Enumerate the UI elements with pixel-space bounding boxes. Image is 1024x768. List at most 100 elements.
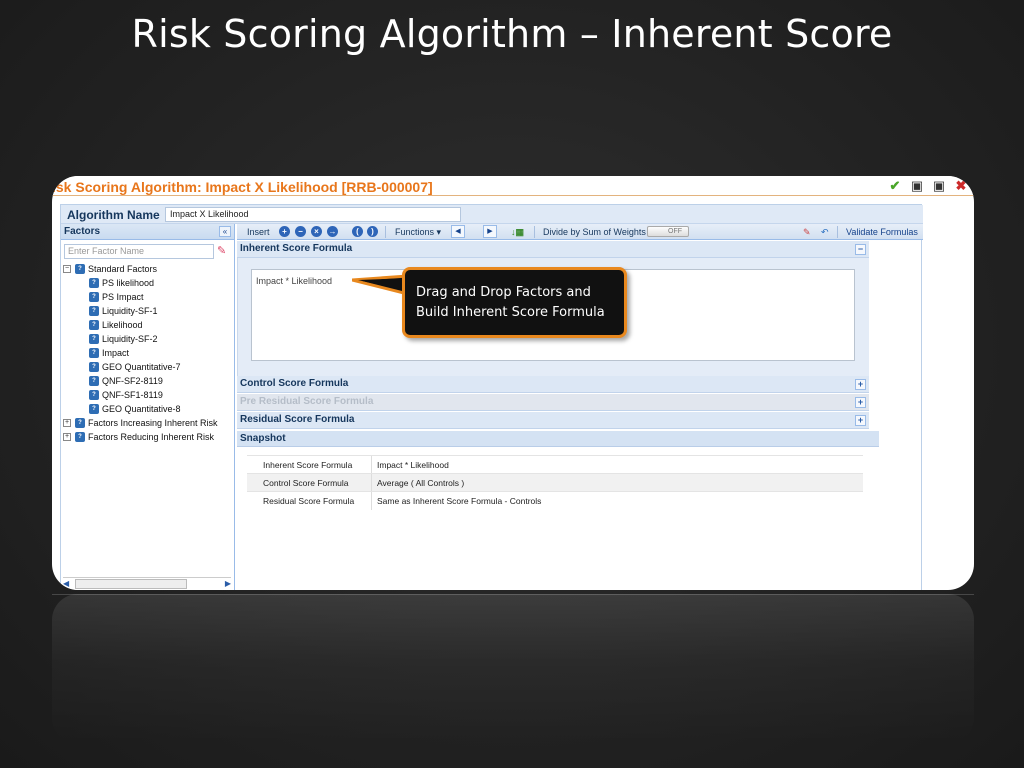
- annotation-callout: Drag and Drop Factors and Build Inherent…: [402, 267, 627, 338]
- toolbar-separator: [385, 226, 386, 238]
- tree-item[interactable]: ? Impact: [63, 346, 235, 360]
- horizontal-scrollbar[interactable]: ◀ ▶: [63, 577, 231, 589]
- insert-button[interactable]: Insert: [247, 226, 270, 238]
- snapshot-header: Snapshot: [237, 431, 879, 447]
- tree-item[interactable]: ? QNF-SF2-8119: [63, 374, 235, 388]
- tree-group-standard-factors[interactable]: − ? Standard Factors: [63, 262, 235, 276]
- tree-item[interactable]: ? GEO Quantitative-7: [63, 360, 235, 374]
- close-paren-icon[interactable]: ): [367, 226, 378, 237]
- factor-icon: ?: [89, 376, 99, 386]
- snapshot-value: Average ( All Controls ): [377, 478, 465, 488]
- functions-menu[interactable]: Functions ▾: [395, 226, 441, 238]
- tree-item[interactable]: ? PS Impact: [63, 290, 235, 304]
- tree-item-label: PS likelihood: [102, 278, 155, 288]
- expand-toggle-icon[interactable]: +: [63, 419, 71, 427]
- save-icon[interactable]: ▣: [910, 179, 924, 193]
- tree-group-label: Factors Reducing Inherent Risk: [88, 432, 215, 442]
- factor-icon: ?: [89, 292, 99, 302]
- window-title: isk Scoring Algorithm: Impact X Likeliho…: [52, 179, 433, 195]
- callout-text: Drag and Drop Factors and Build Inherent…: [416, 283, 605, 323]
- callout-line-1: Drag and Drop Factors and: [416, 285, 591, 300]
- factor-tree: − ? Standard Factors ? PS likelihood ? PS …: [63, 262, 235, 444]
- residual-score-section-header[interactable]: Residual Score Formula +: [237, 412, 869, 429]
- column-divider: [371, 474, 372, 492]
- scroll-right-icon[interactable]: ▶: [225, 578, 231, 590]
- collapse-section-icon[interactable]: −: [855, 244, 866, 255]
- toolbar-separator: [837, 226, 838, 238]
- open-paren-icon[interactable]: (: [352, 226, 363, 237]
- multiply-icon[interactable]: ×: [311, 226, 322, 237]
- table-row: Inherent Score Formula Impact * Likeliho…: [247, 455, 863, 474]
- folder-icon: ?: [75, 264, 85, 274]
- validate-formulas-button[interactable]: Validate Formulas: [846, 226, 918, 238]
- nav-next-icon[interactable]: ▶: [483, 225, 497, 238]
- snapshot-value: Same as Inherent Score Formula - Control…: [377, 496, 542, 506]
- callout-line-2: Build Inherent Score Formula: [416, 305, 605, 320]
- factors-panel: Factors « Enter Factor Name ✎ − ? Standa…: [61, 224, 235, 590]
- tree-item[interactable]: ? QNF-SF1-8119: [63, 388, 235, 402]
- table-row: Residual Score Formula Same as Inherent …: [247, 491, 863, 510]
- algorithm-name-label: Algorithm Name: [67, 208, 160, 222]
- undo-icon[interactable]: ↶: [821, 226, 829, 238]
- folder-icon: ?: [75, 418, 85, 428]
- factor-icon: ?: [89, 278, 99, 288]
- factor-icon: ?: [89, 404, 99, 414]
- snapshot-title: Snapshot: [240, 433, 286, 444]
- collapse-panel-icon[interactable]: «: [219, 226, 231, 237]
- algorithm-name-input[interactable]: Impact X Likelihood: [165, 207, 461, 222]
- tree-item-label: Liquidity-SF-1: [102, 306, 158, 316]
- column-divider: [371, 492, 372, 510]
- sort-weights-icon[interactable]: ↓▦: [511, 226, 524, 238]
- scrollbar-track[interactable]: [75, 579, 187, 589]
- formula-text: Impact * Likelihood: [256, 276, 333, 286]
- snapshot-key: Control Score Formula: [263, 478, 349, 488]
- tree-item[interactable]: ? Liquidity-SF-1: [63, 304, 235, 318]
- app-screenshot: isk Scoring Algorithm: Impact X Likeliho…: [52, 176, 974, 590]
- tree-item-label: QNF-SF1-8119: [102, 390, 163, 400]
- expand-toggle-icon[interactable]: +: [63, 433, 71, 441]
- tree-item[interactable]: ? Likelihood: [63, 318, 235, 332]
- factor-icon: ?: [89, 390, 99, 400]
- scroll-left-icon[interactable]: ◀: [63, 578, 69, 590]
- toggle-state: OFF: [668, 228, 682, 235]
- divide-by-weights-toggle[interactable]: OFF: [647, 226, 689, 237]
- control-score-section-header[interactable]: Control Score Formula +: [237, 376, 869, 393]
- column-divider: [371, 456, 372, 474]
- inherent-score-section-header[interactable]: Inherent Score Formula −: [237, 241, 869, 258]
- tree-item[interactable]: ? Liquidity-SF-2: [63, 332, 235, 346]
- confirm-check-icon[interactable]: ✔: [888, 179, 902, 193]
- eraser-icon[interactable]: ✎: [803, 226, 811, 238]
- tree-item-label: PS Impact: [102, 292, 144, 302]
- tree-item[interactable]: ? PS likelihood: [63, 276, 235, 290]
- clear-search-icon[interactable]: ✎: [217, 244, 231, 258]
- tree-group-factors-reducing[interactable]: + ? Factors Reducing Inherent Risk: [63, 430, 235, 444]
- tree-item-label: QNF-SF2-8119: [102, 376, 163, 386]
- pre-residual-section-header: Pre Residual Score Formula +: [237, 394, 869, 411]
- snapshot-key: Residual Score Formula: [263, 496, 355, 506]
- section-title: Residual Score Formula: [240, 414, 355, 425]
- tree-item-label: Liquidity-SF-2: [102, 334, 158, 344]
- snapshot-value: Impact * Likelihood: [377, 460, 449, 470]
- expand-section-icon[interactable]: +: [855, 415, 866, 426]
- expand-section-icon[interactable]: +: [855, 379, 866, 390]
- tree-item-label: Impact: [102, 348, 130, 358]
- reflection-edge: [52, 594, 974, 595]
- add-icon[interactable]: +: [279, 226, 290, 237]
- section-title: Inherent Score Formula: [240, 243, 353, 254]
- factors-panel-header: Factors «: [61, 224, 234, 240]
- table-row: Control Score Formula Average ( All Cont…: [247, 473, 863, 492]
- factor-search-input[interactable]: Enter Factor Name: [64, 244, 214, 259]
- divide-icon[interactable]: →: [327, 226, 338, 237]
- tree-group-factors-increasing[interactable]: + ? Factors Increasing Inherent Risk: [63, 416, 235, 430]
- save-as-icon[interactable]: ▣: [932, 179, 946, 193]
- tree-item-label: GEO Quantitative-8: [102, 404, 181, 414]
- factors-panel-title: Factors: [64, 226, 101, 237]
- tree-group-label: Factors Increasing Inherent Risk: [88, 418, 218, 428]
- nav-prev-icon[interactable]: ◀: [451, 225, 465, 238]
- close-icon[interactable]: ✖: [954, 179, 968, 193]
- screenshot-reflection: [52, 594, 974, 744]
- tree-item[interactable]: ? GEO Quantitative-8: [63, 402, 235, 416]
- collapse-toggle-icon[interactable]: −: [63, 265, 71, 273]
- subtract-icon[interactable]: −: [295, 226, 306, 237]
- expand-section-icon: +: [855, 397, 866, 408]
